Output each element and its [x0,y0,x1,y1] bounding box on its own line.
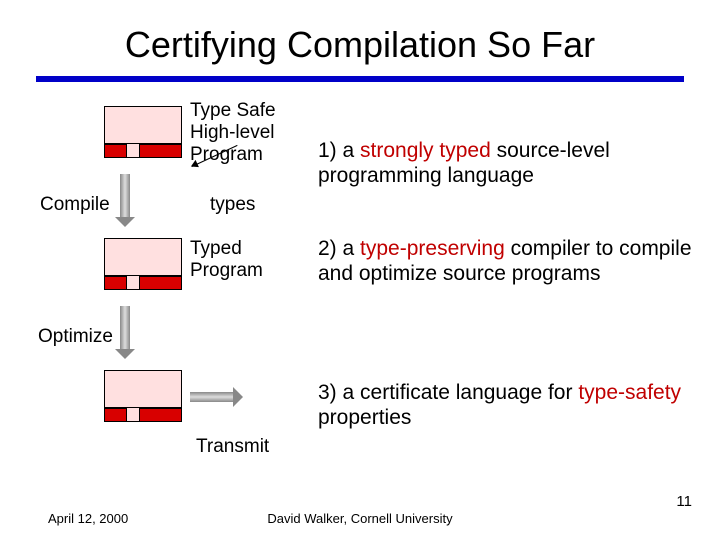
arrow-compile [120,174,130,218]
point-1-red: strongly typed [360,139,491,162]
title-underline [36,76,684,82]
box-typed-program [104,238,182,290]
slide: Certifying Compilation So Far Type Safe … [0,0,720,540]
point-1: 1) a strongly typed source-level program… [318,138,688,188]
box1-label: Type Safe High-level Program [190,100,276,166]
arrow-optimize [120,306,130,350]
point-2-pre: 2) a [318,237,360,260]
optimize-label: Optimize [38,326,113,348]
arrow-transmit [190,392,234,402]
slide-title: Certifying Compilation So Far [0,24,720,66]
point-1-pre: 1) a [318,139,360,162]
compile-label: Compile [40,194,110,216]
types-label: types [210,194,255,216]
point-2: 2) a type-preserving compiler to compile… [318,236,698,286]
point-3: 3) a certificate language for type-safet… [318,380,698,430]
point-2-red: type-preserving [360,237,505,260]
point-3-red: type-safety [578,381,681,404]
point-3-pre: 3) a certificate language for [318,381,578,404]
point-3-post: properties [318,406,411,429]
box-source-program [104,106,182,158]
box-optimized-program [104,370,182,422]
footer-author: David Walker, Cornell University [0,511,720,526]
slide-number: 11 [676,493,692,510]
transmit-label: Transmit [196,436,269,458]
box2-label: Typed Program [190,238,263,282]
